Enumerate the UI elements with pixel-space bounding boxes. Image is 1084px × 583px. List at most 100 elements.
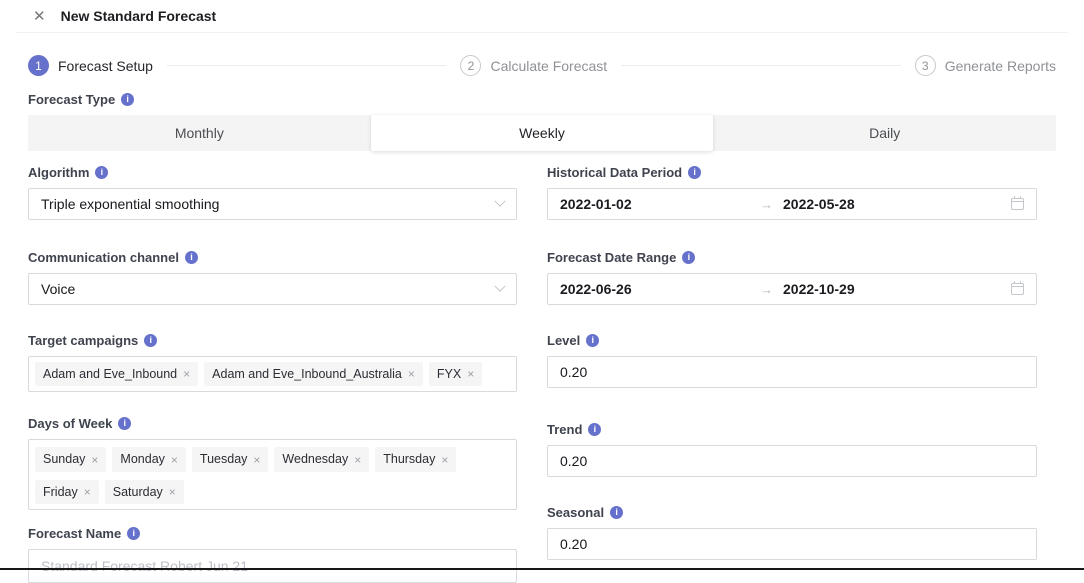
start-date-value[interactable]: 2022-06-26 bbox=[560, 281, 760, 297]
seasonal-input[interactable]: 0.20 bbox=[547, 528, 1037, 560]
communication-channel-selected-value: Voice bbox=[41, 281, 496, 297]
calendar-icon[interactable] bbox=[1011, 198, 1024, 210]
remove-tag-icon[interactable]: × bbox=[253, 454, 260, 466]
algorithm-selected-value: Triple exponential smoothing bbox=[41, 196, 496, 212]
step-label: Generate Reports bbox=[945, 58, 1056, 74]
historical-data-period-input[interactable]: 2022-01-02 → 2022-05-28 bbox=[547, 188, 1037, 220]
modal-header: ✕ New Standard Forecast bbox=[0, 0, 1084, 32]
tag-label: FYX bbox=[437, 367, 461, 381]
remove-tag-icon[interactable]: × bbox=[91, 454, 98, 466]
remove-tag-icon[interactable]: × bbox=[183, 368, 190, 380]
tag-label: Sunday bbox=[43, 452, 85, 466]
forecast-date-range-field: Forecast Date Range i 2022-06-26 → 2022-… bbox=[547, 250, 1037, 305]
tag-chip: Adam and Eve_Inbound_Australia × bbox=[204, 362, 423, 386]
tag-chip: Thursday × bbox=[375, 447, 456, 471]
remove-tag-icon[interactable]: × bbox=[408, 368, 415, 380]
algorithm-label: Algorithm i bbox=[28, 165, 517, 180]
field-label-text: Target campaigns bbox=[28, 333, 138, 348]
algorithm-field: Algorithm i Triple exponential smoothing bbox=[28, 165, 517, 220]
step-label: Forecast Setup bbox=[58, 58, 153, 74]
info-icon[interactable]: i bbox=[95, 166, 108, 179]
forecast-name-label: Forecast Name i bbox=[28, 526, 517, 541]
new-standard-forecast-modal: ✕ New Standard Forecast 1 Forecast Setup… bbox=[0, 0, 1084, 578]
end-date-value[interactable]: 2022-10-29 bbox=[783, 281, 855, 297]
remove-tag-icon[interactable]: × bbox=[169, 486, 176, 498]
days-of-week-input[interactable]: Sunday × Monday × Tuesday × Wednesday × bbox=[28, 439, 517, 510]
info-icon[interactable]: i bbox=[586, 334, 599, 347]
forecast-type-section: Forecast Type i bbox=[28, 92, 1056, 107]
info-icon[interactable]: i bbox=[185, 251, 198, 264]
tag-label: Saturday bbox=[113, 485, 163, 499]
tag-chip: Adam and Eve_Inbound × bbox=[35, 362, 198, 386]
remove-tag-icon[interactable]: × bbox=[171, 454, 178, 466]
tag-chip: Saturday × bbox=[105, 480, 184, 504]
target-campaigns-label: Target campaigns i bbox=[28, 333, 517, 348]
calendar-icon[interactable] bbox=[1011, 283, 1024, 295]
step-number-badge: 2 bbox=[460, 55, 481, 76]
trend-label: Trend i bbox=[547, 422, 1037, 437]
field-label-text: Forecast Date Range bbox=[547, 250, 676, 265]
seasonal-label: Seasonal i bbox=[547, 505, 1037, 520]
tab-weekly[interactable]: Weekly bbox=[371, 115, 714, 151]
level-input[interactable]: 0.20 bbox=[547, 356, 1037, 388]
tag-chip: Wednesday × bbox=[274, 447, 369, 471]
forecast-name-placeholder: Standard Forecast Robert Jun 21 bbox=[41, 558, 248, 574]
info-icon[interactable]: i bbox=[121, 93, 134, 106]
trend-input[interactable]: 0.20 bbox=[547, 445, 1037, 477]
window-bottom-edge bbox=[0, 568, 1084, 570]
field-label-text: Days of Week bbox=[28, 416, 112, 431]
step-calculate-forecast[interactable]: 2 Calculate Forecast bbox=[460, 55, 607, 76]
forecast-name-field: Forecast Name i Standard Forecast Robert… bbox=[28, 526, 517, 583]
close-icon[interactable]: ✕ bbox=[33, 9, 46, 24]
chevron-down-icon bbox=[494, 281, 505, 292]
info-icon[interactable]: i bbox=[610, 506, 623, 519]
tab-monthly[interactable]: Monthly bbox=[28, 115, 371, 151]
tag-chip: Tuesday × bbox=[192, 447, 269, 471]
info-icon[interactable]: i bbox=[688, 166, 701, 179]
info-icon[interactable]: i bbox=[588, 423, 601, 436]
algorithm-select[interactable]: Triple exponential smoothing bbox=[28, 188, 517, 220]
target-campaigns-field: Target campaigns i Adam and Eve_Inbound … bbox=[28, 333, 517, 392]
communication-channel-select[interactable]: Voice bbox=[28, 273, 517, 305]
days-of-week-label: Days of Week i bbox=[28, 416, 517, 431]
forecast-date-range-input[interactable]: 2022-06-26 → 2022-10-29 bbox=[547, 273, 1037, 305]
days-of-week-field: Days of Week i Sunday × Monday × Tuesday… bbox=[28, 416, 517, 510]
info-icon[interactable]: i bbox=[127, 527, 140, 540]
historical-data-period-label: Historical Data Period i bbox=[547, 165, 1037, 180]
seasonal-value: 0.20 bbox=[560, 536, 587, 552]
field-label-text: Forecast Name bbox=[28, 526, 121, 541]
level-value: 0.20 bbox=[560, 364, 587, 380]
tag-chip: Friday × bbox=[35, 480, 99, 504]
tag-label: Friday bbox=[43, 485, 78, 499]
step-generate-reports[interactable]: 3 Generate Reports bbox=[915, 55, 1056, 76]
form-grid: Algorithm i Triple exponential smoothing… bbox=[28, 165, 1037, 583]
remove-tag-icon[interactable]: × bbox=[354, 454, 361, 466]
arrow-right-icon: → bbox=[760, 197, 773, 212]
stepper-connector bbox=[621, 65, 901, 66]
info-icon[interactable]: i bbox=[144, 334, 157, 347]
stepper: 1 Forecast Setup 2 Calculate Forecast 3 … bbox=[28, 55, 1056, 76]
historical-data-period-field: Historical Data Period i 2022-01-02 → 20… bbox=[547, 165, 1037, 220]
level-field: Level i 0.20 bbox=[547, 333, 1037, 388]
info-icon[interactable]: i bbox=[682, 251, 695, 264]
tag-label: Thursday bbox=[383, 452, 435, 466]
tag-chip: Monday × bbox=[112, 447, 186, 471]
info-icon[interactable]: i bbox=[118, 417, 131, 430]
remove-tag-icon[interactable]: × bbox=[467, 368, 474, 380]
trend-value: 0.20 bbox=[560, 453, 587, 469]
step-label: Calculate Forecast bbox=[490, 58, 607, 74]
start-date-value[interactable]: 2022-01-02 bbox=[560, 196, 760, 212]
tag-label: Adam and Eve_Inbound bbox=[43, 367, 177, 381]
step-forecast-setup[interactable]: 1 Forecast Setup bbox=[28, 55, 153, 76]
remove-tag-icon[interactable]: × bbox=[441, 454, 448, 466]
field-label-text: Level bbox=[547, 333, 580, 348]
tab-daily[interactable]: Daily bbox=[713, 115, 1056, 151]
end-date-value[interactable]: 2022-05-28 bbox=[783, 196, 855, 212]
stepper-connector bbox=[167, 65, 447, 66]
target-campaigns-input[interactable]: Adam and Eve_Inbound × Adam and Eve_Inbo… bbox=[28, 356, 517, 392]
field-label-text: Historical Data Period bbox=[547, 165, 682, 180]
remove-tag-icon[interactable]: × bbox=[84, 486, 91, 498]
tag-label: Wednesday bbox=[282, 452, 348, 466]
step-number-badge: 1 bbox=[28, 55, 49, 76]
field-label-text: Algorithm bbox=[28, 165, 89, 180]
